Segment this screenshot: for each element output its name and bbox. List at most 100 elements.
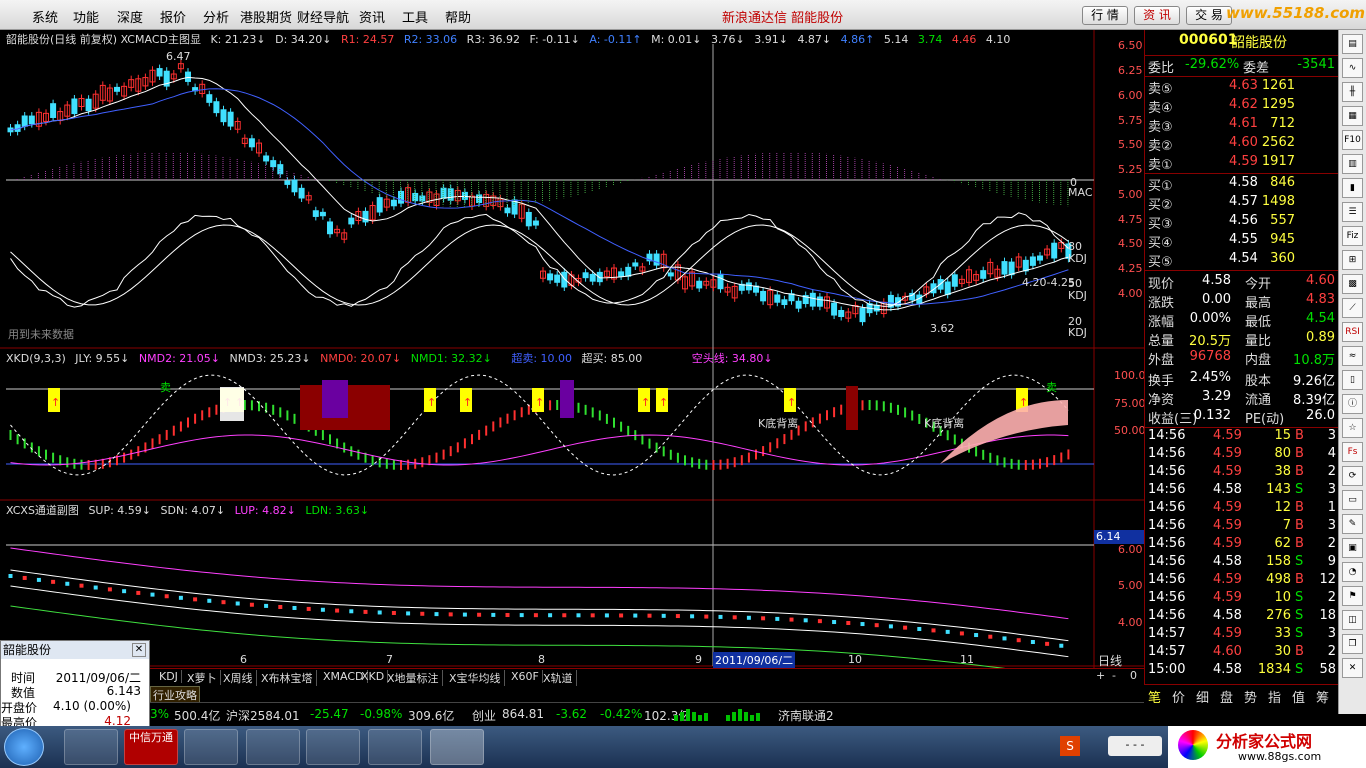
stat-label-1: 涨幅 bbox=[1148, 315, 1175, 330]
toolbar-minute-icon[interactable]: ∿ bbox=[1342, 58, 1363, 78]
sell-volume: 1261 bbox=[1261, 78, 1295, 93]
qtab-trades[interactable]: 笔 bbox=[1148, 687, 1161, 706]
period-label[interactable]: 日线 bbox=[1098, 652, 1122, 669]
buy-level-label: 买② bbox=[1148, 198, 1173, 213]
menu-help[interactable]: 帮助 bbox=[445, 7, 471, 26]
tab-weekly[interactable]: X周线 bbox=[220, 670, 257, 686]
channel-candle bbox=[732, 615, 737, 620]
toolbar-detail-icon[interactable]: ▦ bbox=[1342, 106, 1363, 126]
menu-analysis[interactable]: 分析 bbox=[203, 7, 229, 26]
ticker-hs-change: -25.47 bbox=[310, 707, 349, 721]
tab-track[interactable]: X轨道 bbox=[540, 670, 577, 686]
toolbar-calc-icon[interactable]: ▣ bbox=[1342, 538, 1363, 558]
calculator-icon[interactable] bbox=[184, 729, 238, 765]
channel-sdn: SDN: 4.07↓ bbox=[160, 504, 226, 517]
zoom-in-button[interactable]: + bbox=[1096, 669, 1105, 682]
explorer-icon[interactable] bbox=[64, 729, 118, 765]
candle-body bbox=[270, 160, 277, 168]
toolbar-grid-icon[interactable]: ▩ bbox=[1342, 274, 1363, 294]
toolbar-f10-icon[interactable]: F10 bbox=[1342, 130, 1363, 150]
paint-icon[interactable] bbox=[246, 729, 300, 765]
toolbar-doc-icon[interactable]: ▭ bbox=[1342, 490, 1363, 510]
notepad-icon[interactable] bbox=[306, 729, 360, 765]
menu-quote[interactable]: 报价 bbox=[160, 7, 186, 26]
reset-button[interactable]: 0 bbox=[1130, 669, 1137, 682]
buy-row[interactable]: 买② 4.57 1498 bbox=[1145, 194, 1339, 213]
zhongxin-app-icon[interactable]: 中信万通 bbox=[124, 729, 178, 765]
toolbar-kline-icon[interactable]: ╫ bbox=[1342, 82, 1363, 102]
tab-luobo[interactable]: X萝卜 bbox=[184, 670, 221, 686]
stat-label-2: 最低 bbox=[1245, 315, 1272, 330]
toolbar-fs-icon[interactable]: Fs bbox=[1342, 442, 1363, 462]
channel-candle bbox=[477, 612, 482, 617]
qtab-index[interactable]: 指 bbox=[1268, 687, 1281, 706]
buy-row[interactable]: 买⑤ 4.54 360 bbox=[1145, 251, 1339, 270]
ticker-cy-label[interactable]: 创业 bbox=[472, 707, 496, 724]
toolbar-star-icon[interactable]: ☆ bbox=[1342, 418, 1363, 438]
menu-finance-nav[interactable]: 财经导航 bbox=[297, 7, 349, 26]
sell-row[interactable]: 卖② 4.60 2562 bbox=[1145, 135, 1339, 154]
buy-row[interactable]: 买④ 4.55 945 bbox=[1145, 232, 1339, 251]
toolbar-pie-icon[interactable]: ◔ bbox=[1342, 562, 1363, 582]
tdx-app-icon[interactable] bbox=[430, 729, 484, 765]
toolbar-window-icon[interactable]: ❐ bbox=[1342, 634, 1363, 654]
channel-candle bbox=[789, 617, 794, 622]
sell-row[interactable]: 卖⑤ 4.63 1261 bbox=[1145, 78, 1339, 97]
toolbar-info-icon[interactable]: ⓘ bbox=[1342, 394, 1363, 414]
crosshair-info-popup[interactable]: 韶能股份 ✕ 时间 2011/09/06/二 数值 6.143 开盘价 4.10… bbox=[0, 640, 150, 730]
tick-row: 14:57 4.60 30 B 2 bbox=[1145, 644, 1339, 662]
toolbar-compare-icon[interactable]: ⊞ bbox=[1342, 250, 1363, 270]
sell-row[interactable]: 卖④ 4.62 1295 bbox=[1145, 97, 1339, 116]
toolbar-wave-icon[interactable]: ≈ bbox=[1342, 346, 1363, 366]
toolbar-chart-icon[interactable]: ▥ bbox=[1342, 154, 1363, 174]
ime-icon[interactable]: S bbox=[1060, 736, 1080, 756]
qtab-price[interactable]: 价 bbox=[1172, 687, 1185, 706]
ticker-hs-index[interactable]: 沪深2584.01 bbox=[226, 707, 300, 724]
menu-hk-futures[interactable]: 港股期货 bbox=[240, 7, 292, 26]
toolbar-fiz-icon[interactable]: Fiz bbox=[1342, 226, 1363, 246]
sell-row[interactable]: 卖③ 4.61 712 bbox=[1145, 116, 1339, 135]
buy-row[interactable]: 买③ 4.56 557 bbox=[1145, 213, 1339, 232]
tab-kdj[interactable]: KDJ bbox=[156, 670, 182, 683]
market-button[interactable]: 行 情 bbox=[1082, 6, 1128, 25]
toolbar-volume-icon[interactable]: ▯ bbox=[1342, 370, 1363, 390]
toolbar-quote-icon[interactable]: ▤ bbox=[1342, 34, 1363, 54]
menu-depth[interactable]: 深度 bbox=[117, 7, 143, 26]
tab-x60f[interactable]: X60F bbox=[508, 670, 543, 683]
qtab-value[interactable]: 值 bbox=[1292, 687, 1305, 706]
toolbar-flag-icon[interactable]: ⚑ bbox=[1342, 586, 1363, 606]
menu-system[interactable]: 系统 bbox=[32, 7, 58, 26]
channel-candle bbox=[761, 616, 766, 621]
tab-baohua-ma[interactable]: X宝华均线 bbox=[446, 670, 505, 686]
popup-close-icon[interactable]: ✕ bbox=[132, 643, 146, 657]
chart-area[interactable]: ↑↑↑↑↑↑↑↑↑↑ 韶能股份(日线 前复权) XCMACD主图显 K: 21.… bbox=[0, 30, 1146, 684]
sell-row[interactable]: 卖① 4.59 1917 bbox=[1145, 154, 1339, 173]
toolbar-list-icon[interactable]: ☰ bbox=[1342, 202, 1363, 222]
ime-bar[interactable]: - - - bbox=[1108, 736, 1162, 756]
toolbar-sync-icon[interactable]: ⟳ bbox=[1342, 466, 1363, 486]
qtab-chips[interactable]: 筹 bbox=[1316, 687, 1329, 706]
menu-tools[interactable]: 工具 bbox=[402, 7, 428, 26]
ticker-broker[interactable]: 济南联通2 bbox=[778, 707, 834, 724]
qtab-order[interactable]: 盘 bbox=[1220, 687, 1233, 706]
zoom-out-button[interactable]: - bbox=[1112, 669, 1116, 682]
toolbar-box-icon[interactable]: ◫ bbox=[1342, 610, 1363, 630]
tab-low-volume[interactable]: X地量标注 bbox=[384, 670, 443, 686]
chart-canvas[interactable]: ↑↑↑↑↑↑↑↑↑↑ bbox=[0, 30, 1144, 668]
channel-candle bbox=[335, 608, 340, 613]
buy-row[interactable]: 买① 4.58 846 bbox=[1145, 175, 1339, 194]
toolbar-rsi-icon[interactable]: RSI bbox=[1342, 322, 1363, 342]
news-button[interactable]: 资 讯 bbox=[1134, 6, 1180, 25]
menu-info[interactable]: 资讯 bbox=[359, 7, 385, 26]
ie-browser-icon[interactable] bbox=[368, 729, 422, 765]
qtab-trend[interactable]: 势 bbox=[1244, 687, 1257, 706]
qtab-detail[interactable]: 细 bbox=[1196, 687, 1209, 706]
start-button-icon[interactable] bbox=[4, 728, 44, 766]
toolbar-note-icon[interactable]: ✎ bbox=[1342, 514, 1363, 534]
toolbar-bars-icon[interactable]: ▮ bbox=[1342, 178, 1363, 198]
brand-name: 分析家公式网 bbox=[1216, 732, 1313, 751]
toolbar-close-icon[interactable]: ✕ bbox=[1342, 658, 1363, 678]
menu-function[interactable]: 功能 bbox=[73, 7, 99, 26]
tab-bollinger[interactable]: X布林宝塔 bbox=[258, 670, 317, 686]
toolbar-trend-icon[interactable]: ⟋ bbox=[1342, 298, 1363, 318]
